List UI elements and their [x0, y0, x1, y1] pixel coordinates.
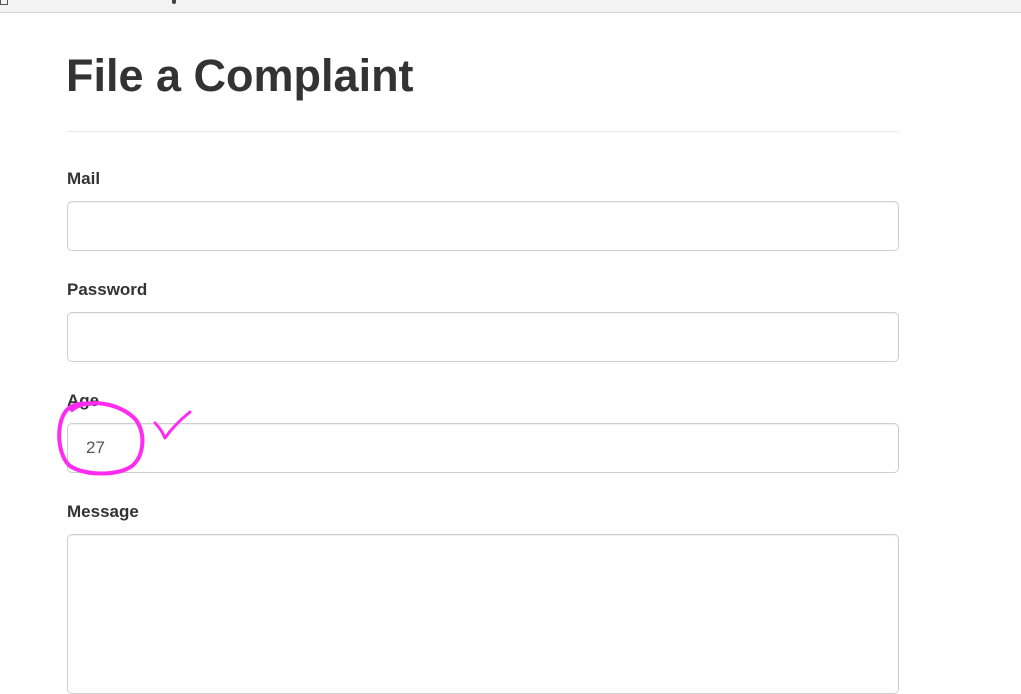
page-icon — [0, 0, 8, 5]
message-label: Message — [67, 502, 139, 521]
age-input[interactable] — [67, 423, 899, 473]
age-label: Age — [67, 391, 100, 410]
browser-top-strip — [0, 0, 1021, 13]
title-divider — [67, 131, 899, 132]
message-textarea[interactable] — [67, 534, 899, 694]
tab-title-fragment — [172, 0, 176, 4]
mail-label: Mail — [67, 169, 101, 188]
page-title: File a Complaint — [66, 50, 414, 101]
mail-input[interactable] — [67, 201, 899, 251]
password-label: Password — [67, 280, 148, 299]
password-input[interactable] — [67, 312, 899, 362]
